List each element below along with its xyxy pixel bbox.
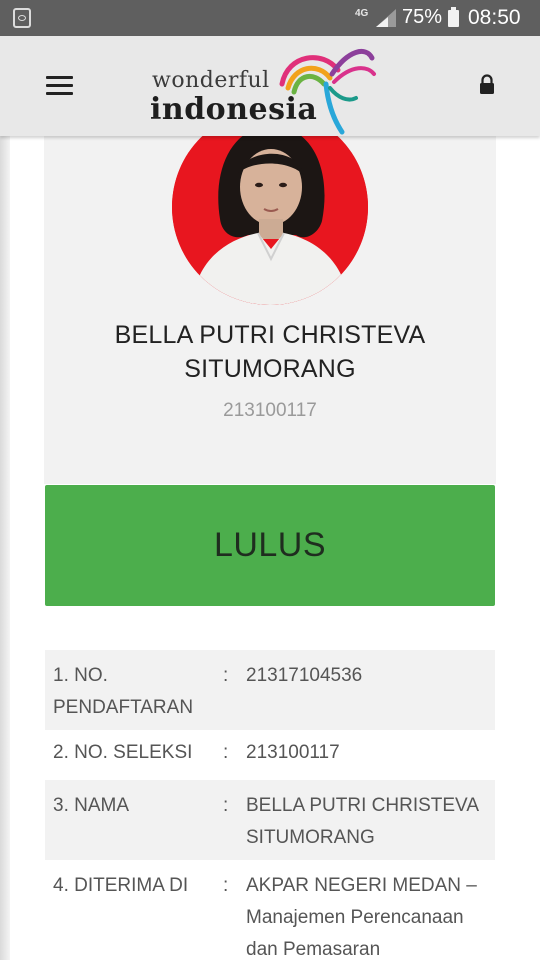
- menu-icon[interactable]: [46, 76, 73, 96]
- row-separator: :: [223, 742, 229, 763]
- recycle-icon: [13, 8, 31, 28]
- clock: 08:50: [468, 6, 521, 29]
- row-value: 21317104536: [246, 665, 363, 686]
- table-row: 1. NO. PENDAFTARAN : 21317104536: [45, 650, 495, 730]
- profile-photo: [172, 109, 368, 305]
- profile-name: BELLA PUTRI CHRISTEVA SITUMORANG: [114, 321, 426, 383]
- row-separator: :: [223, 795, 229, 816]
- row-label: 3. NAMA: [53, 795, 130, 816]
- row-separator: :: [223, 665, 229, 686]
- logo-text-wonderful: wonderful: [152, 68, 270, 93]
- result-status: LULUS: [213, 526, 327, 564]
- row-value: BELLA PUTRI CHRISTEVA SITUMORANG: [246, 795, 478, 848]
- row-value: AKPAR NEGERI MEDAN – Manajemen Perencana…: [246, 875, 477, 960]
- signal-icon: [376, 9, 396, 27]
- row-label: 1. NO. PENDAFTARAN: [53, 665, 194, 718]
- row-value: 213100117: [246, 742, 340, 763]
- table-row: 4. DITERIMA DI : AKPAR NEGERI MEDAN – Ma…: [45, 860, 495, 970]
- row-label: 2. NO. SELEKSI: [53, 742, 193, 763]
- lock-icon[interactable]: [478, 74, 496, 96]
- table-row: 3. NAMA : BELLA PUTRI CHRISTEVA SITUMORA…: [45, 780, 495, 860]
- battery-icon: [448, 7, 459, 27]
- wonderful-indonesia-logo[interactable]: wonderful indonesia: [150, 42, 380, 135]
- battery-percent: 75%: [402, 6, 443, 28]
- page-edge-shadow: [0, 136, 10, 960]
- portrait-image: [172, 109, 368, 305]
- row-label: 4. DITERIMA DI: [53, 875, 189, 896]
- profile-id: 213100117: [223, 400, 317, 421]
- row-separator: :: [223, 875, 229, 896]
- garuda-logo-icon: [279, 48, 376, 135]
- app-header: wonderful indonesia: [0, 36, 540, 136]
- status-bar: 4G 75% 08:50: [0, 0, 540, 36]
- table-row: 2. NO. SELEKSI : 213100117: [45, 730, 495, 780]
- details-table: 1. NO. PENDAFTARAN : 21317104536 2. NO. …: [45, 650, 495, 970]
- result-banner: LULUS: [45, 485, 495, 606]
- network-type: 4G: [355, 8, 369, 19]
